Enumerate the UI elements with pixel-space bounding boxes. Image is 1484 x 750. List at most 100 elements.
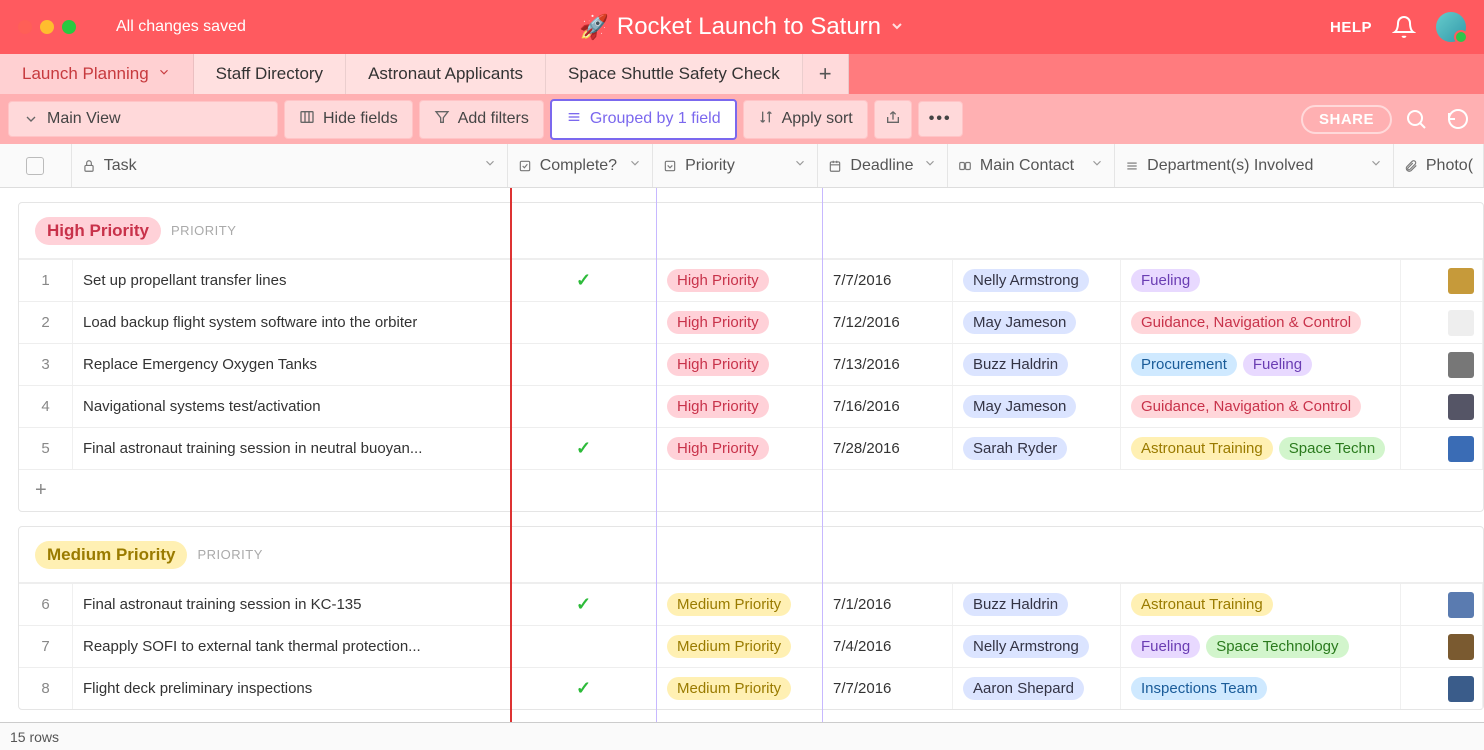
table-row[interactable]: 5Final astronaut training session in neu… [19,427,1483,469]
departments-cell[interactable]: Guidance, Navigation & Control [1121,302,1401,343]
photo-column-header[interactable]: Photo( [1394,144,1484,187]
share-view-icon-button[interactable] [874,100,912,139]
departments-cell[interactable]: Inspections Team [1121,668,1401,709]
departments-column-header[interactable]: Department(s) Involved [1115,144,1394,187]
close-window-button[interactable] [18,20,32,34]
deadline-cell[interactable]: 7/16/2016 [823,386,953,427]
table-tab[interactable]: Astronaut Applicants [346,54,546,94]
attachment-thumbnail[interactable] [1448,676,1474,702]
priority-cell[interactable]: High Priority [657,428,823,469]
contact-cell[interactable]: Buzz Haldrin [953,344,1121,385]
attachment-thumbnail[interactable] [1448,394,1474,420]
departments-cell[interactable]: Guidance, Navigation & Control [1121,386,1401,427]
table-row[interactable]: 3Replace Emergency Oxygen TanksHigh Prio… [19,343,1483,385]
add-row-button[interactable]: + [19,469,1483,511]
table-row[interactable]: 8Flight deck preliminary inspections✓Med… [19,667,1483,709]
table-tab[interactable]: Space Shuttle Safety Check [546,54,803,94]
help-link[interactable]: HELP [1330,19,1372,36]
hide-fields-button[interactable]: Hide fields [284,100,413,139]
photo-cell[interactable] [1401,668,1483,709]
complete-cell[interactable]: ✓ [511,668,657,709]
complete-cell[interactable]: ✓ [511,260,657,301]
main-contact-column-header[interactable]: Main Contact [948,144,1115,187]
table-row[interactable]: 1Set up propellant transfer lines✓High P… [19,259,1483,301]
complete-column-header[interactable]: Complete? [508,144,653,187]
deadline-cell[interactable]: 7/1/2016 [823,584,953,625]
group-header[interactable]: High PriorityPRIORITY [19,203,1483,259]
photo-cell[interactable] [1401,302,1483,343]
deadline-cell[interactable]: 7/13/2016 [823,344,953,385]
complete-cell[interactable] [511,386,657,427]
contact-cell[interactable]: Nelly Armstrong [953,260,1121,301]
search-icon[interactable] [1398,101,1434,137]
priority-column-header[interactable]: Priority [653,144,818,187]
more-options-button[interactable]: ••• [918,101,963,137]
departments-cell[interactable]: ProcurementFueling [1121,344,1401,385]
table-row[interactable]: 7Reapply SOFI to external tank thermal p… [19,625,1483,667]
attachment-thumbnail[interactable] [1448,634,1474,660]
photo-cell[interactable] [1401,584,1483,625]
complete-cell[interactable] [511,626,657,667]
photo-cell[interactable] [1401,344,1483,385]
deadline-cell[interactable]: 7/12/2016 [823,302,953,343]
apply-sort-button[interactable]: Apply sort [743,100,868,139]
history-icon[interactable] [1440,101,1476,137]
photo-cell[interactable] [1401,260,1483,301]
group-by-button[interactable]: Grouped by 1 field [550,99,737,140]
priority-cell[interactable]: Medium Priority [657,626,823,667]
priority-cell[interactable]: High Priority [657,386,823,427]
departments-cell[interactable]: FuelingSpace Technology [1121,626,1401,667]
contact-cell[interactable]: May Jameson [953,386,1121,427]
contact-cell[interactable]: Nelly Armstrong [953,626,1121,667]
deadline-column-header[interactable]: Deadline [818,144,947,187]
deadline-cell[interactable]: 7/7/2016 [823,668,953,709]
task-cell[interactable]: Replace Emergency Oxygen Tanks [73,344,511,385]
notifications-icon[interactable] [1392,15,1416,39]
departments-cell[interactable]: Astronaut Training [1121,584,1401,625]
maximize-window-button[interactable] [62,20,76,34]
table-tab[interactable]: Staff Directory [194,54,346,94]
contact-cell[interactable]: Sarah Ryder [953,428,1121,469]
add-table-tab[interactable]: + [803,54,849,94]
priority-cell[interactable]: Medium Priority [657,668,823,709]
attachment-thumbnail[interactable] [1448,268,1474,294]
contact-cell[interactable]: Aaron Shepard [953,668,1121,709]
add-filters-button[interactable]: Add filters [419,100,544,139]
table-row[interactable]: 2Load backup flight system software into… [19,301,1483,343]
complete-cell[interactable]: ✓ [511,428,657,469]
base-title-dropdown[interactable]: 🚀 Rocket Launch to Saturn [579,13,905,42]
share-button[interactable]: SHARE [1301,105,1392,134]
task-column-header[interactable]: Task [72,144,508,187]
user-avatar[interactable] [1436,12,1466,42]
deadline-cell[interactable]: 7/28/2016 [823,428,953,469]
complete-cell[interactable] [511,344,657,385]
complete-cell[interactable] [511,302,657,343]
departments-cell[interactable]: Fueling [1121,260,1401,301]
task-cell[interactable]: Navigational systems test/activation [73,386,511,427]
priority-cell[interactable]: High Priority [657,302,823,343]
attachment-thumbnail[interactable] [1448,436,1474,462]
attachment-thumbnail[interactable] [1448,592,1474,618]
task-cell[interactable]: Final astronaut training session in neut… [73,428,511,469]
task-cell[interactable]: Flight deck preliminary inspections [73,668,511,709]
group-header[interactable]: Medium PriorityPRIORITY [19,527,1483,583]
deadline-cell[interactable]: 7/7/2016 [823,260,953,301]
task-cell[interactable]: Reapply SOFI to external tank thermal pr… [73,626,511,667]
select-all-column[interactable] [0,144,72,187]
photo-cell[interactable] [1401,386,1483,427]
complete-cell[interactable]: ✓ [511,584,657,625]
priority-cell[interactable]: High Priority [657,344,823,385]
table-row[interactable]: 4Navigational systems test/activationHig… [19,385,1483,427]
table-row[interactable]: 6Final astronaut training session in KC-… [19,583,1483,625]
view-selector[interactable]: Main View [8,101,278,137]
task-cell[interactable]: Set up propellant transfer lines [73,260,511,301]
contact-cell[interactable]: May Jameson [953,302,1121,343]
minimize-window-button[interactable] [40,20,54,34]
attachment-thumbnail[interactable] [1448,310,1474,336]
photo-cell[interactable] [1401,428,1483,469]
select-all-checkbox[interactable] [26,157,44,175]
priority-cell[interactable]: Medium Priority [657,584,823,625]
attachment-thumbnail[interactable] [1448,352,1474,378]
table-tab[interactable]: Launch Planning [0,54,194,94]
deadline-cell[interactable]: 7/4/2016 [823,626,953,667]
